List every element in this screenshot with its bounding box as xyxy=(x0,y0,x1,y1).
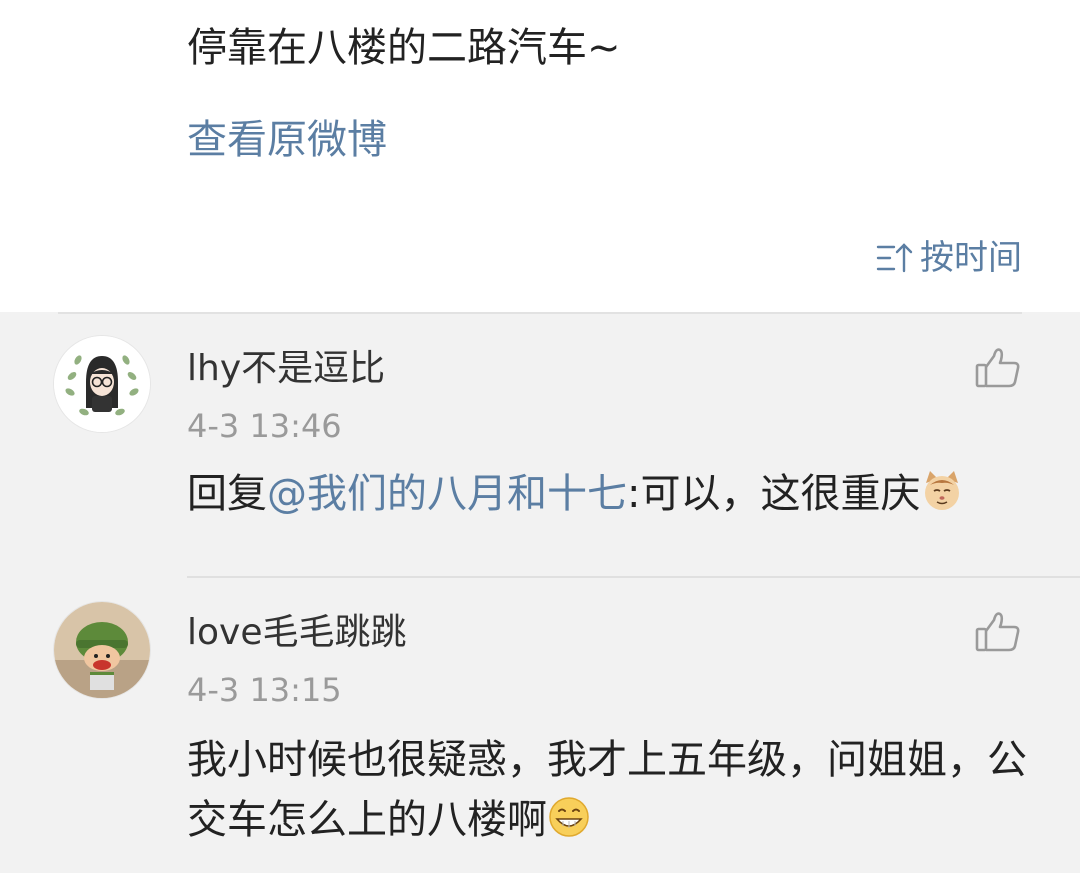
mention-link[interactable]: @我们的八月和十七 xyxy=(267,471,627,517)
comment-content: 我小时候也很疑惑，我才上五年级，问姐姐，公交车怎么上的八楼啊 xyxy=(187,737,1027,843)
divider xyxy=(187,576,1080,578)
comment-time: 4-3 13:46 xyxy=(187,407,342,445)
comment-username[interactable]: love毛毛跳跳 xyxy=(187,608,406,658)
like-button[interactable] xyxy=(974,608,1022,656)
view-original-link[interactable]: 查看原微博 xyxy=(187,112,387,168)
divider xyxy=(58,312,1022,314)
thumbs-up-icon xyxy=(975,348,1020,388)
sort-label: 按时间 xyxy=(920,238,1022,278)
like-button[interactable] xyxy=(974,344,1022,392)
comment-text: 回复@我们的八月和十七:可以，这很重庆 xyxy=(187,464,1027,524)
avatar[interactable] xyxy=(54,336,150,432)
avatar[interactable] xyxy=(54,602,150,698)
post-text: 停靠在八楼的二路汽车~ xyxy=(187,25,621,71)
sort-icon xyxy=(876,243,913,273)
thumbs-up-icon xyxy=(975,612,1020,652)
comment-username[interactable]: lhy不是逗比 xyxy=(187,344,385,394)
comment-content: :可以，这很重庆 xyxy=(627,471,921,517)
grinning-face-emoji xyxy=(547,795,591,839)
sort-by-time-button[interactable]: 按时间 xyxy=(876,234,1022,282)
reply-prefix: 回复 xyxy=(187,471,267,517)
cat-face-emoji xyxy=(920,469,964,513)
comment-time: 4-3 13:15 xyxy=(187,671,342,709)
comment-text: 我小时候也很疑惑，我才上五年级，问姐姐，公交车怎么上的八楼啊 xyxy=(187,730,1027,850)
